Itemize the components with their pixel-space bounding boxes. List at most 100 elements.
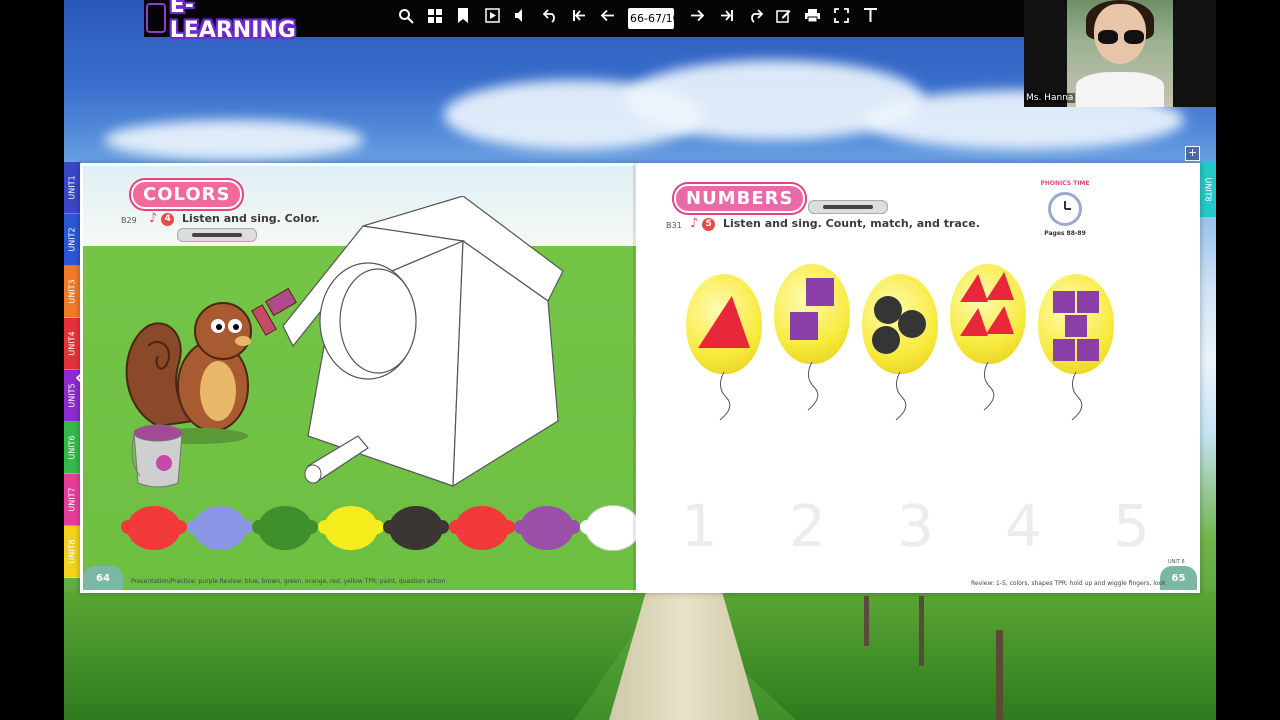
balloon-1[interactable] xyxy=(686,274,762,374)
phonics-label: PHONICS TIME xyxy=(1040,180,1090,187)
text-icon[interactable] xyxy=(860,8,880,28)
square-shape xyxy=(790,312,818,340)
numbers-title: NUMBERS xyxy=(674,184,806,213)
step-number: 5 xyxy=(702,217,716,231)
track-code: B29 xyxy=(121,216,137,225)
square-shape xyxy=(1077,339,1099,361)
tab-unit3[interactable]: UNIT3 xyxy=(64,266,81,318)
balloon-string xyxy=(895,372,907,421)
fullscreen-icon[interactable] xyxy=(831,8,851,28)
webcam-shirt xyxy=(1076,72,1164,107)
phonics-pages: Pages 88-89 xyxy=(1044,230,1086,237)
balloon-3[interactable] xyxy=(862,274,938,374)
triangle-shape xyxy=(986,272,1014,300)
paint-splat[interactable] xyxy=(448,506,515,550)
instruction: ♪ 5 Listen and sing. Count, match, and t… xyxy=(690,216,980,231)
page-footer: Review: 1-5, colors, shapes TPR: hold up… xyxy=(971,580,1166,587)
tab-unit6[interactable]: UNIT6 xyxy=(64,422,81,474)
next-page-icon[interactable] xyxy=(687,8,707,28)
cloud xyxy=(104,120,364,160)
square-shape xyxy=(1065,315,1087,337)
circle-shape xyxy=(874,296,902,324)
paint-splat[interactable] xyxy=(579,506,636,550)
balloon-string xyxy=(807,362,819,411)
audio-player[interactable] xyxy=(177,228,257,242)
unit-corner-label: UNIT 8 xyxy=(1168,559,1185,565)
right-page[interactable]: NUMBERS B31 ♪ 5 Listen and sing. Count, … xyxy=(636,166,1197,590)
bookmark-icon[interactable] xyxy=(453,8,473,28)
left-page[interactable]: COLORS B29 ♪ 4 Listen and sing. Color. 6… xyxy=(83,166,636,590)
page-footer: Presentation/Practice: purple Review: bl… xyxy=(131,578,446,585)
square-shape xyxy=(806,278,834,306)
fence-post xyxy=(996,630,1003,720)
paint-splat[interactable] xyxy=(121,506,187,550)
first-page-icon[interactable] xyxy=(569,8,589,28)
paint-splat[interactable] xyxy=(317,506,384,550)
paint-splat[interactable] xyxy=(383,506,449,550)
previous-page-arrow-icon[interactable]: ‹ xyxy=(74,360,85,393)
instruction-text: Listen and sing. Count, match, and trace… xyxy=(722,217,980,230)
sunglasses-icon xyxy=(1098,30,1144,44)
balloon-string xyxy=(1071,372,1083,421)
audio-player[interactable] xyxy=(808,200,888,214)
trace-number[interactable]: 1 xyxy=(681,492,718,560)
balloon-string xyxy=(983,362,995,411)
trace-number[interactable]: 5 xyxy=(1113,492,1150,560)
phonics-time-badge[interactable]: PHONICS TIME Pages 88-89 xyxy=(1040,180,1090,242)
trace-number[interactable]: 4 xyxy=(1005,492,1042,560)
clock-icon xyxy=(1048,192,1082,226)
paint-bucket-icon xyxy=(131,424,183,488)
expand-icon[interactable]: + xyxy=(1185,146,1200,161)
circle-shape xyxy=(872,326,900,354)
triangle-shape xyxy=(698,296,750,348)
tab-label: UNIT1 xyxy=(68,175,77,200)
trace-number[interactable]: 2 xyxy=(789,492,826,560)
paint-splat[interactable] xyxy=(252,506,318,550)
page-number: 64 xyxy=(83,566,123,590)
tab-unit1[interactable]: UNIT1 xyxy=(64,162,81,214)
colors-title: COLORS xyxy=(131,180,243,209)
music-note-icon: ♪ xyxy=(149,211,158,226)
balloon-5[interactable] xyxy=(1038,274,1114,374)
square-shape xyxy=(1077,291,1099,313)
paint-splat[interactable] xyxy=(514,506,580,550)
tab-unit2[interactable]: UNIT2 xyxy=(64,214,81,266)
book-spread: COLORS B29 ♪ 4 Listen and sing. Color. 6… xyxy=(80,163,1200,593)
slideshow-icon[interactable] xyxy=(482,8,502,28)
step-number: 4 xyxy=(161,212,175,226)
zoom-icon[interactable] xyxy=(396,8,416,28)
circle-shape-group xyxy=(872,296,926,354)
webcam-panel: Ms. Hanna xyxy=(1024,0,1216,107)
audio-track[interactable] xyxy=(823,205,873,209)
redo-icon[interactable] xyxy=(745,8,765,28)
undo-icon[interactable] xyxy=(540,8,560,28)
fence-post xyxy=(864,596,869,646)
tab-label: UNIT8 xyxy=(1203,177,1213,202)
tab-label: UNIT8 xyxy=(68,539,77,564)
page-number-input[interactable]: 66-67/100 xyxy=(628,8,674,29)
audio-track[interactable] xyxy=(192,233,242,237)
circle-shape xyxy=(898,310,926,338)
sound-icon[interactable] xyxy=(511,8,531,28)
balloon-4[interactable] xyxy=(950,264,1026,364)
tab-unit8[interactable]: UNIT8 xyxy=(64,526,81,578)
track-code: B31 xyxy=(666,221,682,230)
balloon-string xyxy=(719,372,731,421)
square-shape xyxy=(1053,291,1075,313)
triangle-shape xyxy=(960,308,988,336)
tab-unit7[interactable]: UNIT7 xyxy=(64,474,81,526)
square-shape-group xyxy=(1053,291,1099,361)
trace-number[interactable]: 3 xyxy=(897,492,934,560)
previous-page-icon[interactable] xyxy=(597,8,617,28)
paint-splat[interactable] xyxy=(186,506,253,550)
music-note-icon: ♪ xyxy=(690,216,699,231)
fence-post xyxy=(919,596,924,666)
thumbnails-icon[interactable] xyxy=(425,8,445,28)
birdhouse-drawing xyxy=(282,196,564,488)
tab-label: UNIT3 xyxy=(68,279,77,304)
last-page-icon[interactable] xyxy=(716,8,736,28)
balloon-2[interactable] xyxy=(774,264,850,364)
tab-unit8-right[interactable]: UNIT8 xyxy=(1200,162,1216,217)
annotate-icon[interactable] xyxy=(773,8,793,28)
print-icon[interactable] xyxy=(802,8,822,28)
